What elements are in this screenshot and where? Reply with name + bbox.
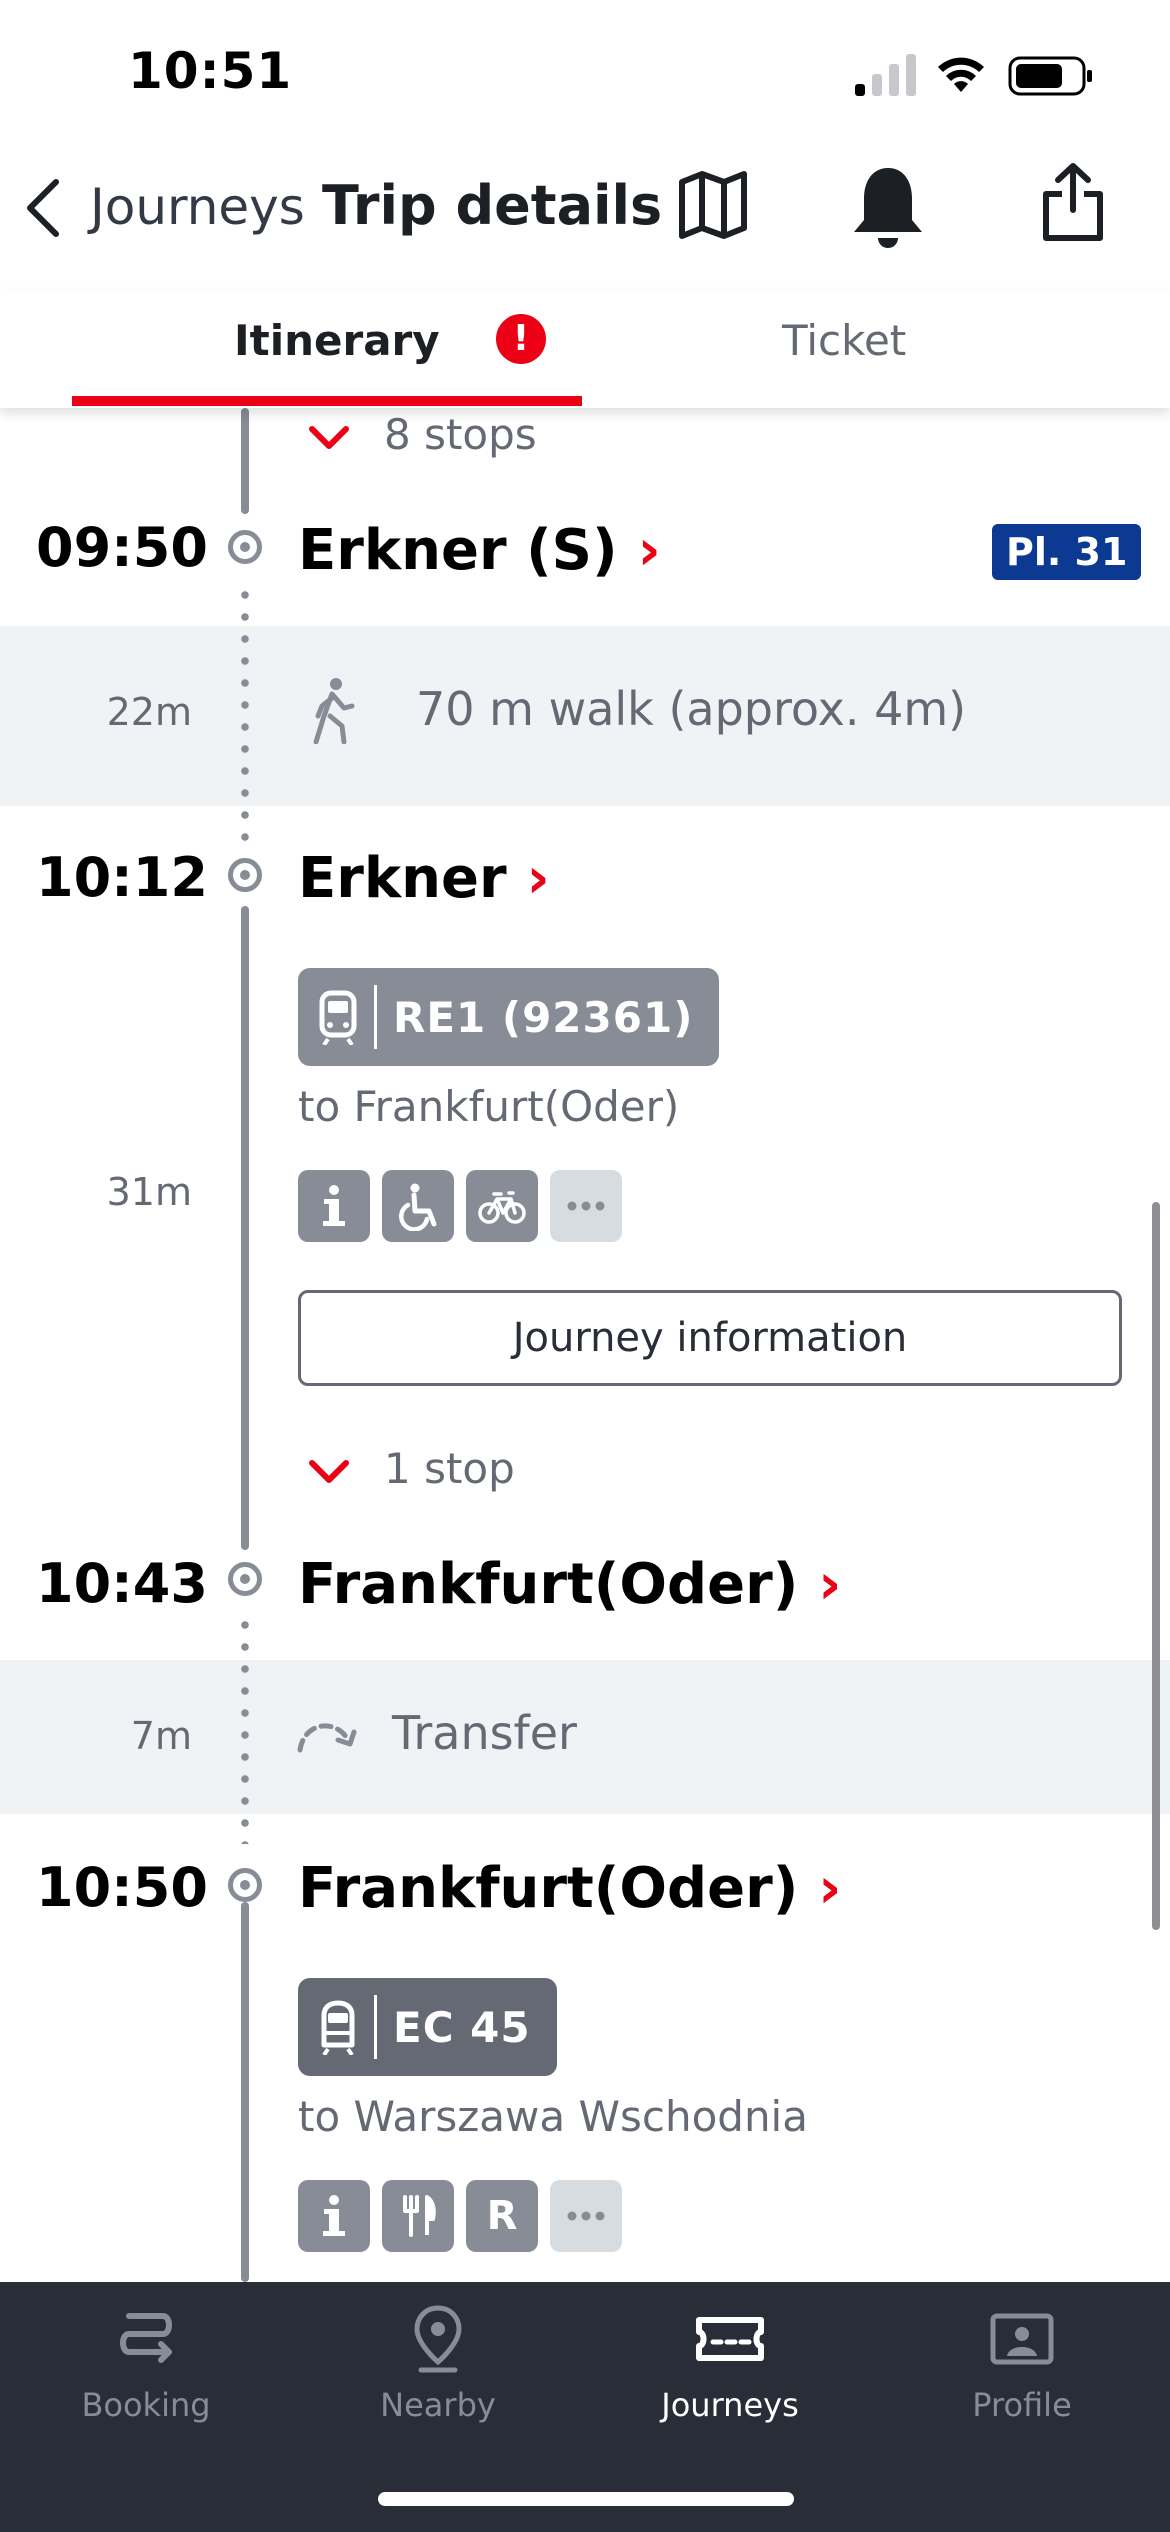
station-link[interactable]: Erkner (S) › (298, 518, 661, 583)
platform-badge: Pl. 31 (992, 524, 1142, 580)
walking-person-icon (313, 678, 355, 744)
walk-description: 70 m walk (approx. 4m) (416, 682, 967, 736)
train-badge[interactable]: EC 45 (298, 1978, 557, 2076)
expand-stops-toggle[interactable]: 1 stop (308, 1444, 515, 1493)
expand-stops-toggle[interactable]: 8 stops (308, 410, 537, 459)
chevron-right-icon: › (818, 1856, 842, 1921)
arrival-time: 09:50 (36, 516, 208, 579)
timeline-transfer-dots (241, 1614, 249, 1844)
chevron-right-icon: › (818, 1552, 842, 1617)
arrival-time: 10:43 (36, 1552, 208, 1615)
back-chevron-icon[interactable] (22, 176, 64, 240)
stop-node (228, 1868, 262, 1902)
station-link[interactable]: Frankfurt(Oder) › (298, 1856, 841, 1921)
long-distance-train-icon (321, 2000, 355, 2055)
restaurant-icon[interactable] (382, 2180, 454, 2252)
departure-time: 10:12 (36, 846, 208, 909)
train-number: EC 45 (393, 2002, 531, 2052)
page-title: Trip details (322, 174, 663, 237)
wifi-icon (938, 57, 984, 92)
stops-count: 8 stops (384, 410, 537, 459)
timeline-line (241, 408, 249, 514)
chevron-right-icon: › (526, 846, 550, 911)
route-icon (120, 2313, 172, 2363)
journey-information-button[interactable]: Journey information (298, 1290, 1122, 1386)
nav-label: Booking (81, 2386, 211, 2424)
profile-card-icon (990, 2313, 1054, 2365)
transfer-label: Transfer (392, 1706, 577, 1760)
timeline-line (241, 1902, 249, 2282)
stop-node (228, 1562, 262, 1596)
wheelchair-icon[interactable] (382, 1170, 454, 1242)
info-icon[interactable] (298, 1170, 370, 1242)
transfer-duration: 7m (130, 1714, 192, 1758)
nav-label: Profile (972, 2386, 1072, 2424)
active-tab-indicator (72, 396, 582, 406)
location-pin-icon (414, 2305, 462, 2373)
nav-profile[interactable]: Profile (876, 2304, 1168, 2424)
walk-duration: 22m (106, 690, 192, 734)
bell-icon[interactable] (850, 164, 926, 254)
station-name: Frankfurt(Oder) (298, 1856, 799, 1921)
regional-train-icon (319, 990, 357, 1045)
scrollbar[interactable] (1152, 1202, 1160, 1930)
timeline-walk-dots (241, 584, 249, 854)
train-number: RE1 (92361) (393, 992, 694, 1042)
nav-label: Journeys (661, 2386, 799, 2424)
nav-booking[interactable]: Booking (0, 2304, 292, 2424)
chevron-down-icon (309, 425, 349, 449)
info-icon[interactable] (298, 2180, 370, 2252)
transfer-arrow-icon (297, 1723, 357, 1753)
back-button[interactable]: Journeys (90, 178, 305, 236)
departure-time: 10:50 (36, 1856, 208, 1919)
nav-label: Nearby (380, 2386, 496, 2424)
station-name: Frankfurt(Oder) (298, 1552, 799, 1617)
battery-icon (1008, 56, 1092, 96)
station-name: Erkner (S) (298, 518, 618, 583)
status-time: 10:51 (128, 42, 293, 100)
nav-nearby[interactable]: Nearby (292, 2304, 584, 2424)
station-link[interactable]: Frankfurt(Oder) › (298, 1552, 841, 1617)
more-icon[interactable] (550, 2180, 622, 2252)
train-destination: to Frankfurt(Oder) (298, 1082, 680, 1131)
reservation-icon[interactable]: R (466, 2180, 538, 2252)
chevron-down-icon (309, 1459, 349, 1483)
bicycle-icon[interactable] (466, 1170, 538, 1242)
more-icon[interactable] (550, 1170, 622, 1242)
home-indicator[interactable] (378, 2492, 794, 2506)
station-name: Erkner (298, 846, 507, 911)
nav-journeys[interactable]: Journeys (584, 2304, 876, 2424)
tab-ticket[interactable]: Ticket (782, 316, 906, 365)
share-icon[interactable] (1040, 160, 1106, 242)
train-destination: to Warszawa Wschodnia (298, 2092, 808, 2141)
alert-badge: ! (496, 314, 546, 364)
badge-divider (374, 985, 377, 1049)
timeline-line (241, 906, 249, 1550)
map-icon[interactable] (676, 168, 750, 242)
cellular-signal-icon (855, 54, 916, 96)
tab-bar (0, 290, 1170, 408)
train-badge[interactable]: RE1 (92361) (298, 968, 720, 1066)
stop-node (228, 858, 262, 892)
stops-count: 1 stop (384, 1444, 515, 1493)
chevron-right-icon: › (637, 518, 661, 583)
ticket-icon (696, 2317, 764, 2361)
badge-divider (374, 1995, 377, 2059)
tab-itinerary[interactable]: Itinerary (234, 316, 440, 365)
leg-duration: 31m (106, 1170, 192, 1214)
station-link[interactable]: Erkner › (298, 846, 550, 911)
stop-node (228, 530, 262, 564)
